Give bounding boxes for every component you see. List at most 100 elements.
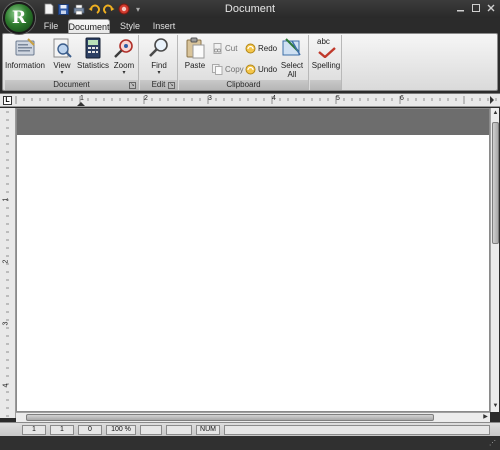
information-icon: [15, 38, 35, 56]
status-column: 1: [50, 425, 74, 435]
view-button[interactable]: View ▾: [49, 37, 75, 76]
information-label: Information: [4, 61, 46, 70]
vertical-ruler-number: 3: [2, 321, 10, 326]
status-zoom[interactable]: 100 %: [106, 425, 136, 435]
scroll-up-icon[interactable]: ▲: [491, 109, 500, 118]
status-num-lock: NUM: [196, 425, 220, 435]
view-label: View: [53, 61, 71, 70]
left-indent-marker: [77, 102, 85, 106]
spelling-label: Spelling: [311, 61, 341, 70]
tab-style[interactable]: Style: [118, 19, 142, 33]
app-window: ▾ Document R File Document Style Insert: [0, 0, 500, 450]
group-caption-document: Document: [5, 80, 138, 90]
vertical-ruler-number: 2: [2, 259, 10, 264]
window-bottom-frame: [0, 436, 500, 450]
spelling-icon: abc: [314, 37, 338, 59]
paste-label: Paste: [184, 61, 206, 70]
copy-label: Copy: [225, 65, 244, 74]
copy-button[interactable]: Copy: [212, 64, 244, 75]
status-line: 1: [22, 425, 46, 435]
vertical-scroll-thumb[interactable]: [492, 122, 499, 244]
tab-file[interactable]: File: [40, 19, 62, 33]
tab-insert[interactable]: Insert: [150, 19, 178, 33]
ruler-number: 3: [208, 95, 212, 102]
select-all-icon: [282, 38, 301, 56]
status-message: [224, 425, 490, 435]
statistics-label: Statistics: [77, 61, 110, 70]
title-bar: ▾ Document: [0, 0, 500, 18]
ruler-number: 2: [144, 95, 148, 102]
vertical-scrollbar[interactable]: ▲ ▼: [490, 108, 499, 412]
vertical-ruler-number: 1: [2, 197, 10, 202]
document-editor[interactable]: [16, 108, 490, 412]
find-icon: [149, 38, 168, 57]
select-all-label-line1: Select: [280, 61, 304, 70]
ruler-number: 6: [400, 95, 404, 102]
spelling-icon-text: abc: [317, 37, 330, 46]
zoom-label: Zoom: [113, 61, 135, 70]
edit-launcher-icon[interactable]: ↘: [168, 82, 175, 89]
status-cell-empty-2: [166, 425, 192, 435]
redo-button[interactable]: Redo: [245, 43, 277, 54]
vertical-ruler[interactable]: 1 2 3 4: [0, 108, 16, 418]
ribbon-group-clipboard: Paste Cut Copy Redo Undo Select All Clip…: [179, 35, 309, 90]
window-title: Document: [224, 3, 276, 15]
horizontal-scroll-thumb[interactable]: [26, 414, 434, 421]
redo-icon: [245, 43, 256, 54]
zoom-dropdown-icon: ▾: [122, 70, 126, 76]
find-button[interactable]: Find ▾: [145, 37, 173, 76]
zoom-button[interactable]: Zoom ▾: [111, 37, 137, 76]
close-icon[interactable]: [485, 2, 497, 14]
right-indent-marker: [490, 96, 494, 104]
page-header-band: [17, 109, 489, 135]
undo-icon-ribbon: [245, 64, 256, 75]
minimize-icon[interactable]: [455, 2, 467, 14]
ruler-number: 4: [272, 95, 276, 102]
tab-document[interactable]: Document: [68, 19, 110, 33]
cut-label: Cut: [225, 44, 238, 53]
statistics-button[interactable]: Statistics: [77, 37, 109, 70]
undo-button[interactable]: Undo: [245, 64, 277, 75]
group-caption-proofing: [310, 80, 341, 90]
ribbon-group-proofing: abc Spelling: [310, 35, 342, 90]
ribbon-group-document: Information View ▾ Statistics Zoom ▾ Doc…: [5, 35, 139, 90]
status-bar: 1 1 0 100 % NUM: [0, 422, 500, 436]
application-menu-button[interactable]: R: [3, 2, 35, 34]
undo-label: Undo: [258, 65, 278, 74]
spelling-button[interactable]: abc Spelling: [312, 37, 340, 70]
document-launcher-icon[interactable]: ↘: [129, 82, 136, 89]
select-all-button[interactable]: Select All: [279, 37, 305, 79]
select-all-label-line2: All: [287, 70, 297, 79]
app-logo-letter: R: [11, 8, 27, 28]
scroll-right-icon[interactable]: ▶: [481, 413, 490, 422]
vertical-ruler-number: 4: [2, 383, 10, 388]
cut-button[interactable]: Cut: [212, 43, 237, 54]
ribbon-tab-row: File Document Style Insert: [0, 18, 500, 33]
status-cell-empty-1: [140, 425, 162, 435]
ruler-number: 1: [80, 95, 84, 102]
horizontal-ruler-row: L 1 2 3 4 5 6: [0, 93, 500, 107]
statistics-icon: [85, 37, 101, 59]
tab-stop-selector[interactable]: L: [3, 96, 12, 105]
find-dropdown-icon: ▾: [157, 70, 161, 76]
ruler-number: 5: [336, 95, 340, 102]
copy-icon: [212, 64, 223, 75]
find-label: Find: [151, 61, 167, 70]
zoom-icon: [114, 39, 133, 58]
resize-grip-icon[interactable]: ⋰: [489, 439, 498, 448]
paste-icon: [186, 37, 205, 59]
view-dropdown-icon: ▾: [60, 70, 64, 76]
group-caption-clipboard: Clipboard: [179, 80, 308, 90]
view-icon: [53, 38, 72, 58]
paste-button[interactable]: Paste: [182, 37, 208, 70]
horizontal-ruler[interactable]: [14, 94, 498, 106]
status-section: 0: [78, 425, 102, 435]
maximize-icon[interactable]: [470, 2, 482, 14]
horizontal-scrollbar[interactable]: ▶: [16, 412, 490, 422]
scroll-down-icon[interactable]: ▼: [491, 402, 500, 411]
ribbon-group-edit: Find ▾ Edit ↘: [140, 35, 178, 90]
information-button[interactable]: Information: [4, 37, 46, 70]
cut-icon: [213, 43, 222, 54]
ribbon: Information View ▾ Statistics Zoom ▾ Doc…: [2, 33, 498, 91]
redo-label: Redo: [258, 44, 278, 53]
